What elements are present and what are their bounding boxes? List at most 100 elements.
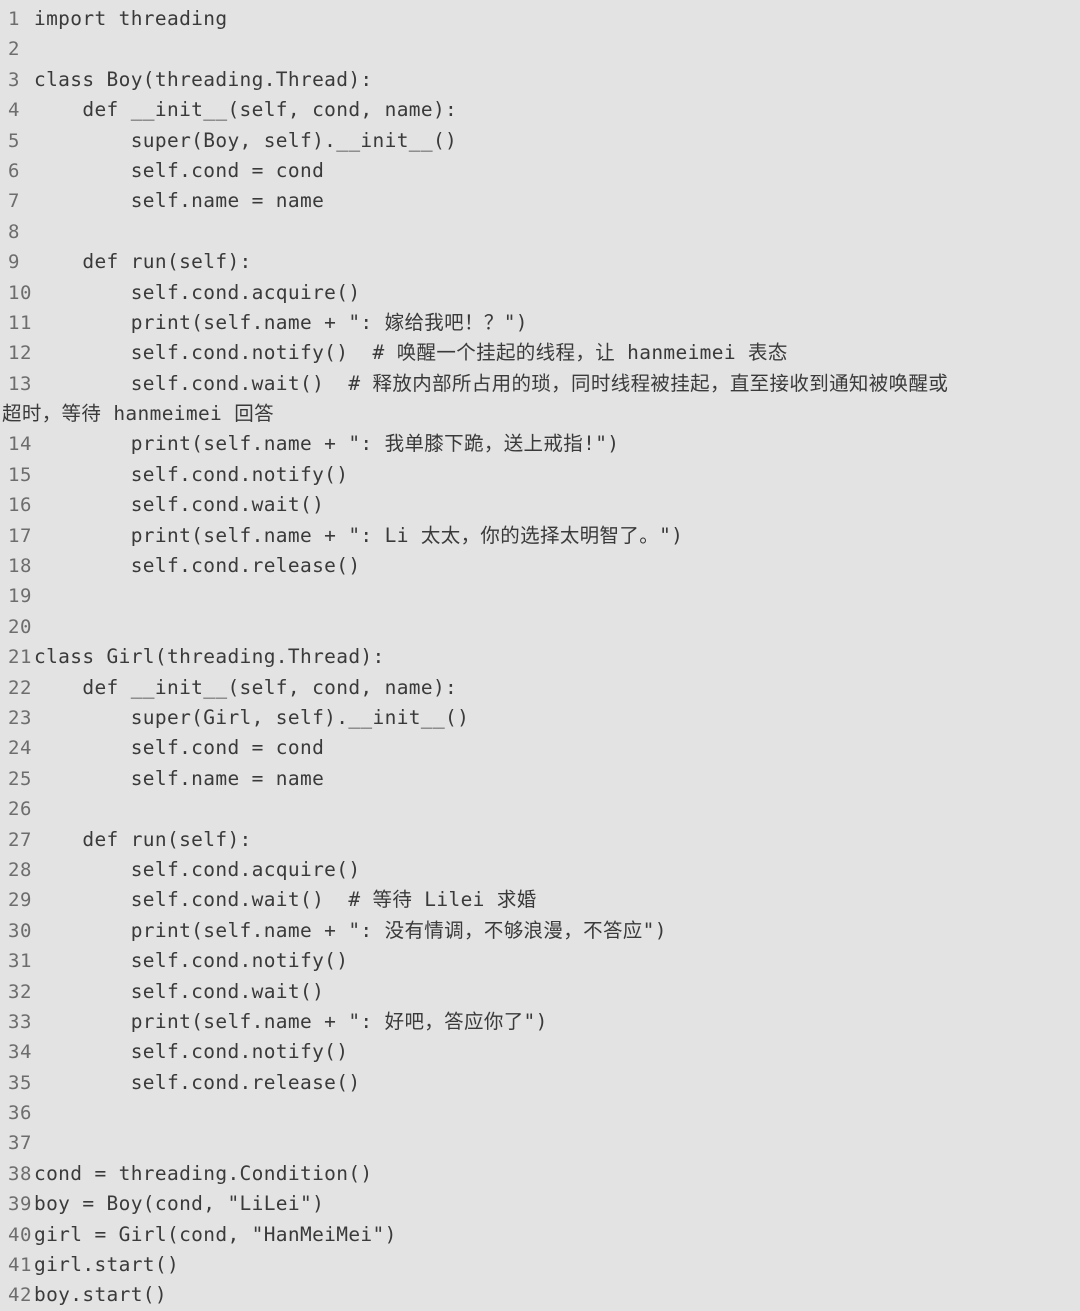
code-line: 14 print(self.name + ": 我单膝下跪，送上戒指!") bbox=[0, 429, 1080, 459]
line-text: self.cond.wait() # 释放内部所占用的琐，同时线程被挂起，直至接… bbox=[34, 371, 949, 395]
line-text: cond = threading.Condition() bbox=[34, 1161, 373, 1185]
line-number: 8 bbox=[8, 220, 20, 243]
line-number: 6 bbox=[8, 159, 20, 182]
line-number: 40 bbox=[8, 1223, 32, 1246]
code-line: 40 girl = Girl(cond, "HanMeiMei") bbox=[0, 1220, 1080, 1250]
line-number: 38 bbox=[8, 1162, 32, 1185]
line-number: 18 bbox=[8, 555, 32, 578]
line-number: 22 bbox=[8, 676, 32, 699]
line-number: 28 bbox=[8, 858, 32, 881]
line-number: 35 bbox=[8, 1071, 32, 1094]
code-line: 5 super(Boy, self).__init__() bbox=[0, 126, 1080, 156]
line-number: 39 bbox=[8, 1193, 32, 1216]
line-number: 12 bbox=[8, 342, 32, 365]
line-number: 32 bbox=[8, 980, 32, 1003]
line-number: 11 bbox=[8, 311, 32, 334]
code-line: 1 import threading bbox=[0, 4, 1080, 34]
line-number: 19 bbox=[8, 585, 32, 608]
line-text: self.cond.notify() # 唤醒一个挂起的线程，让 hanmeim… bbox=[34, 341, 788, 365]
line-number: 29 bbox=[8, 889, 32, 912]
code-line: 21 class Girl(threading.Thread): bbox=[0, 642, 1080, 672]
code-line: 30 print(self.name + ": 没有情调，不够浪漫，不答应") bbox=[0, 916, 1080, 946]
code-line: 9 def run(self): bbox=[0, 247, 1080, 277]
line-number: 17 bbox=[8, 524, 32, 547]
code-line: 18 self.cond.release() bbox=[0, 551, 1080, 581]
line-text: self.cond.notify() bbox=[34, 949, 349, 973]
code-listing: 1 import threading 2 3 class Boy(threading.T… bbox=[0, 0, 1080, 1306]
code-line: 37 bbox=[0, 1128, 1080, 1158]
line-number: 5 bbox=[8, 129, 20, 152]
line-number: 37 bbox=[8, 1132, 32, 1155]
code-line: 42 boy.start() bbox=[0, 1280, 1080, 1310]
line-number: 3 bbox=[8, 68, 20, 91]
line-text: self.cond.release() bbox=[34, 1070, 361, 1094]
line-text: print(self.name + ": 嫁给我吧！？") bbox=[34, 310, 528, 334]
line-number: 34 bbox=[8, 1041, 32, 1064]
code-line: 28 self.cond.acquire() bbox=[0, 855, 1080, 885]
line-text: def run(self): bbox=[34, 250, 252, 274]
line-number: 24 bbox=[8, 737, 32, 760]
code-line: 19 bbox=[0, 581, 1080, 611]
line-text: import threading bbox=[34, 7, 228, 30]
line-number: 36 bbox=[8, 1102, 32, 1125]
code-line: 32 self.cond.wait() bbox=[0, 977, 1080, 1007]
line-text: print(self.name + ": 我单膝下跪，送上戒指!") bbox=[34, 432, 620, 456]
line-text: self.cond.notify() bbox=[34, 1040, 349, 1064]
code-line: 25 self.name = name bbox=[0, 764, 1080, 794]
code-line: 24 self.cond = cond bbox=[0, 733, 1080, 763]
code-line: 16 self.cond.wait() bbox=[0, 490, 1080, 520]
code-line: 10 self.cond.acquire() bbox=[0, 278, 1080, 308]
code-line: 35 self.cond.release() bbox=[0, 1068, 1080, 1098]
line-text: self.cond = cond bbox=[34, 158, 325, 182]
line-text: boy.start() bbox=[34, 1283, 167, 1307]
line-number: 2 bbox=[8, 38, 20, 61]
code-line: 36 bbox=[0, 1098, 1080, 1128]
code-line: 2 bbox=[0, 34, 1080, 64]
line-text: self.cond.acquire() bbox=[34, 857, 361, 881]
line-number: 23 bbox=[8, 706, 32, 729]
code-line: 4 def __init__(self, cond, name): bbox=[0, 95, 1080, 125]
line-text: print(self.name + ": Li 太太，你的选择太明智了。") bbox=[34, 523, 684, 547]
line-text: self.cond.acquire() bbox=[34, 280, 361, 304]
line-number: 4 bbox=[8, 99, 20, 122]
line-text: def __init__(self, cond, name): bbox=[34, 98, 458, 122]
line-number: 14 bbox=[8, 433, 32, 456]
line-number: 41 bbox=[8, 1254, 32, 1277]
line-number: 26 bbox=[8, 798, 32, 821]
line-number: 27 bbox=[8, 828, 32, 851]
code-line: 38 cond = threading.Condition() bbox=[0, 1159, 1080, 1189]
code-line: 22 def __init__(self, cond, name): bbox=[0, 673, 1080, 703]
line-number: 21 bbox=[8, 646, 32, 669]
code-line: 6 self.cond = cond bbox=[0, 156, 1080, 186]
line-number: 1 bbox=[8, 8, 20, 30]
line-text: self.cond = cond bbox=[34, 736, 325, 760]
line-number: 31 bbox=[8, 950, 32, 973]
line-text: boy = Boy(cond, "LiLei") bbox=[34, 1192, 325, 1216]
line-number: 42 bbox=[8, 1284, 32, 1307]
line-text: print(self.name + ": 好吧，答应你了") bbox=[34, 1009, 548, 1033]
code-line: 39 boy = Boy(cond, "LiLei") bbox=[0, 1189, 1080, 1219]
line-number: 25 bbox=[8, 767, 32, 790]
line-text: def __init__(self, cond, name): bbox=[34, 675, 458, 699]
code-line: 7 self.name = name bbox=[0, 186, 1080, 216]
code-line: 31 self.cond.notify() bbox=[0, 946, 1080, 976]
line-text: class Boy(threading.Thread): bbox=[34, 67, 373, 91]
code-line: 17 print(self.name + ": Li 太太，你的选择太明智了。"… bbox=[0, 521, 1080, 551]
line-number: 30 bbox=[8, 919, 32, 942]
line-text: super(Girl, self).__init__() bbox=[34, 705, 470, 729]
code-line: 27 def run(self): bbox=[0, 825, 1080, 855]
line-text: self.cond.wait() bbox=[34, 979, 325, 1003]
line-text: def run(self): bbox=[34, 827, 252, 851]
code-line: 23 super(Girl, self).__init__() bbox=[0, 703, 1080, 733]
line-number: 20 bbox=[8, 615, 32, 638]
code-line: 12 self.cond.notify() # 唤醒一个挂起的线程，让 hanm… bbox=[0, 338, 1080, 368]
line-text: self.name = name bbox=[34, 766, 325, 790]
code-line: 3 class Boy(threading.Thread): bbox=[0, 65, 1080, 95]
code-line: 11 print(self.name + ": 嫁给我吧！？") bbox=[0, 308, 1080, 338]
code-line: 20 bbox=[0, 612, 1080, 642]
line-text: self.cond.wait() bbox=[34, 493, 325, 517]
line-text: print(self.name + ": 没有情调，不够浪漫，不答应") bbox=[34, 918, 667, 942]
code-line: 15 self.cond.notify() bbox=[0, 460, 1080, 490]
code-line: 34 self.cond.notify() bbox=[0, 1037, 1080, 1067]
line-text: super(Boy, self).__init__() bbox=[34, 128, 458, 152]
